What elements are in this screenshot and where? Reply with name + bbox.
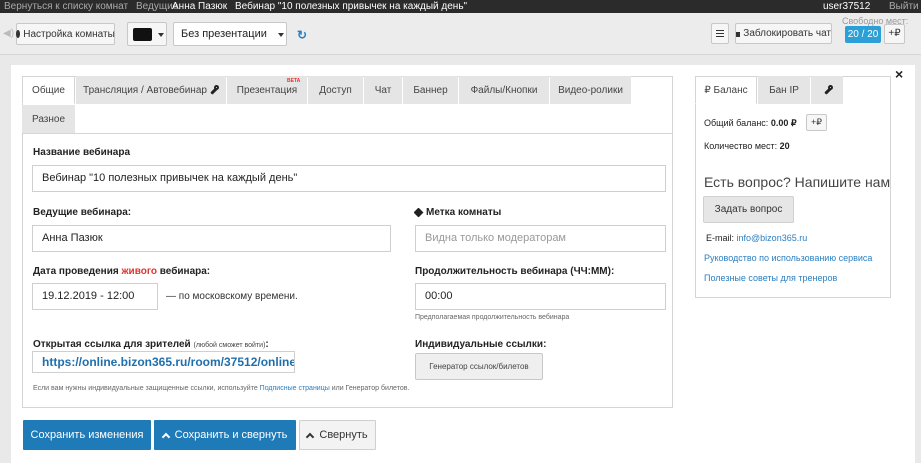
room-tag-input[interactable]: Видна только модераторам: [415, 225, 666, 252]
chevron-down-icon: [158, 33, 164, 37]
open-link-input[interactable]: https://online.bizon365.ru/room/37512/on…: [32, 351, 295, 373]
menu-button[interactable]: [711, 23, 729, 44]
lock-icon: [736, 32, 741, 37]
subscription-pages-link[interactable]: Подписные страницы: [260, 385, 330, 392]
tab-broadcast[interactable]: Трансляция / Автовебинар: [76, 76, 226, 104]
chevron-down-icon: [278, 33, 284, 37]
webinar-title: Вебинар "10 полезных привычек на каждый …: [235, 1, 468, 12]
volume-icon[interactable]: ◀): [3, 28, 14, 39]
date-label: Дата проведения живого вебинара:: [33, 266, 211, 277]
close-icon[interactable]: ×: [895, 66, 903, 82]
tab-balance[interactable]: ₽ Баланс: [695, 76, 757, 104]
question-heading: Есть вопрос? Напишите нам: [704, 174, 891, 190]
hosts-value: Анна Пазюк: [172, 1, 228, 12]
guide-link[interactable]: Руководство по использованию сервиса: [704, 253, 872, 263]
gear-icon: [16, 30, 21, 38]
duration-input[interactable]: 00:00: [415, 283, 666, 310]
tab-banner[interactable]: Баннер: [403, 76, 458, 104]
total-balance: Общий баланс: 0.00 ₽: [704, 118, 797, 128]
logout-link[interactable]: Выйти: [889, 0, 919, 13]
webinar-name-input[interactable]: Вебинар "10 полезных привычек на каждый …: [32, 165, 666, 192]
hosts-input[interactable]: Анна Пазюк: [32, 225, 391, 252]
email-row: E-mail: info@bizon365.ru: [706, 233, 808, 243]
seats-count-badge: 20 / 20: [845, 26, 881, 43]
timezone-note: — по московскому времени.: [166, 291, 298, 302]
individual-links-label: Индивидуальные ссылки:: [415, 339, 547, 350]
ask-question-button[interactable]: Задать вопрос: [703, 196, 794, 223]
wrench-icon: [824, 84, 833, 95]
presentation-select-value: Без презентации: [181, 28, 267, 40]
tab-ban-ip[interactable]: Бан IP: [758, 76, 810, 104]
footer-note: Если вам нужны индивидуальные защищенные…: [33, 385, 410, 392]
tips-link[interactable]: Полезные советы для тренеров: [704, 273, 837, 283]
chevron-up-icon: [306, 432, 315, 441]
tab-files[interactable]: Файлы/Кнопки: [459, 76, 549, 104]
tab-access[interactable]: Доступ: [308, 76, 363, 104]
camera-button[interactable]: [127, 22, 167, 46]
seats-info: Количество мест: 20: [704, 141, 790, 151]
block-chat-button[interactable]: Заблокировать чат: [735, 23, 832, 44]
duration-label: Продолжительность вебинара (ЧЧ:ММ):: [415, 266, 615, 277]
chevron-up-icon: [161, 432, 170, 441]
beta-badge: BETA: [287, 78, 301, 84]
webinar-name-label: Название вебинара: [33, 147, 131, 158]
room-settings-button[interactable]: Настройка комнаты: [16, 23, 115, 45]
add-funds-button[interactable]: +₽: [884, 24, 905, 44]
tag-icon: [413, 207, 424, 218]
tab-videos[interactable]: Видео-ролики: [550, 76, 631, 104]
presentation-select[interactable]: Без презентации: [173, 22, 287, 46]
refresh-icon[interactable]: ↻: [297, 28, 307, 42]
link-generator-button[interactable]: Генератор ссылок/билетов: [415, 353, 543, 380]
email-link[interactable]: info@bizon365.ru: [737, 233, 808, 243]
tab-tools[interactable]: [811, 76, 843, 104]
top-bar: Вернуться к списку комнат Ведущие: Анна …: [0, 0, 921, 13]
tab-chat[interactable]: Чат: [364, 76, 402, 104]
tab-misc[interactable]: Разное: [22, 105, 75, 133]
add-balance-button[interactable]: +₽: [806, 114, 827, 131]
toolbar: ◀) Настройка комнаты Без презентации ↻ З…: [0, 13, 921, 55]
open-link-label: Открытая ссылка для зрителей (любой смож…: [33, 339, 269, 350]
hosts-label: Ведущие вебинара:: [33, 207, 132, 218]
save-button[interactable]: Сохранить изменения: [23, 420, 151, 450]
collapse-button[interactable]: Свернуть: [299, 420, 376, 450]
back-to-rooms-link[interactable]: Вернуться к списку комнат: [4, 0, 128, 13]
username[interactable]: user37512: [823, 0, 870, 13]
wrench-icon: [210, 84, 219, 95]
room-tag-label: Метка комнаты: [413, 207, 501, 218]
duration-hint: Предполагаемая продолжительность вебинар…: [415, 314, 570, 321]
room-settings-label: Настройка комнаты: [23, 28, 115, 40]
date-input[interactable]: 19.12.2019 - 12:00: [32, 283, 158, 310]
camera-icon: [133, 28, 152, 41]
save-collapse-button[interactable]: Сохранить и свернуть: [154, 420, 296, 450]
tab-general[interactable]: Общие: [22, 76, 75, 104]
block-chat-label: Заблокировать чат: [743, 28, 831, 39]
